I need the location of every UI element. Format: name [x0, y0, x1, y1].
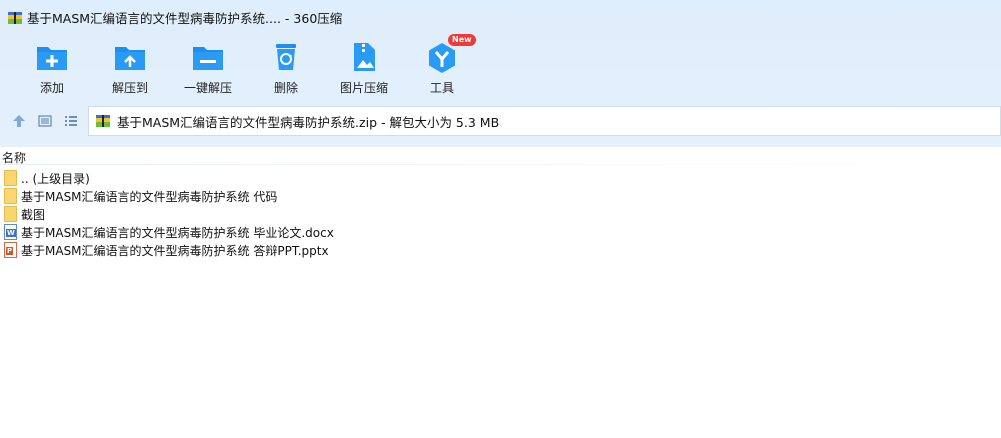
one-click-extract-icon: [191, 40, 225, 74]
add-icon: [35, 40, 69, 74]
file-name: .. (上级目录): [21, 171, 90, 186]
add-button[interactable]: 添加: [13, 36, 91, 98]
file-name: 截图: [21, 207, 46, 222]
list-view-icon[interactable]: [63, 113, 79, 129]
one-click-extract-label: 一键解压: [183, 81, 232, 95]
word-document-icon: [4, 224, 17, 240]
folder-icon: [4, 206, 17, 222]
image-compress-icon: [347, 40, 381, 74]
file-name: 基于MASM汇编语言的文件型病毒防护系统 答辩PPT.pptx: [21, 243, 329, 258]
tools-label: 工具: [429, 81, 454, 95]
list-item[interactable]: 基于MASM汇编语言的文件型病毒防护系统 答辩PPT.pptx: [0, 241, 1001, 259]
image-compress-label: 图片压缩: [339, 81, 388, 95]
extract-to-label: 解压到: [111, 81, 148, 95]
up-arrow-icon[interactable]: [11, 113, 27, 129]
extract-to-button[interactable]: 解压到: [91, 36, 169, 98]
tools-button[interactable]: New 工具: [403, 34, 481, 98]
list-header: 名称: [0, 148, 1001, 165]
header-divider: [0, 164, 1001, 165]
zip-archive-icon: [95, 113, 111, 129]
list-item[interactable]: 截图: [0, 205, 1001, 223]
delete-label: 删除: [273, 81, 298, 95]
extract-to-icon: [113, 40, 147, 74]
window-title: 基于MASM汇编语言的文件型病毒防护系统.... - 360压缩: [27, 10, 343, 26]
zip-archive-icon: [8, 10, 22, 24]
file-list: .. (上级目录) 基于MASM汇编语言的文件型病毒防护系统 代码 截图 基于M…: [0, 169, 1001, 259]
list-item[interactable]: 基于MASM汇编语言的文件型病毒防护系统 毕业论文.docx: [0, 223, 1001, 241]
file-name: 基于MASM汇编语言的文件型病毒防护系统 毕业论文.docx: [21, 225, 334, 240]
tools-icon: New: [425, 34, 476, 74]
delete-icon: [269, 40, 303, 74]
new-badge: New: [448, 34, 476, 46]
list-item-parent-dir[interactable]: .. (上级目录): [0, 169, 1001, 187]
title-bar: 基于MASM汇编语言的文件型病毒防护系统.... - 360压缩: [0, 0, 1001, 34]
window-chrome: 基于MASM汇编语言的文件型病毒防护系统.... - 360压缩 添加 解压到 …: [0, 0, 1001, 147]
toolbar: 添加 解压到 一键解压 删除 图片压缩 New 工具: [0, 34, 481, 98]
folder-icon: [4, 188, 17, 204]
add-label: 添加: [39, 81, 64, 95]
navigation-bar: 基于MASM汇编语言的文件型病毒防护系统.zip - 解包大小为 5.3 MB: [0, 106, 1001, 136]
delete-button[interactable]: 删除: [247, 36, 325, 98]
thumbnail-view-icon[interactable]: [37, 113, 53, 129]
file-name: 基于MASM汇编语言的文件型病毒防护系统 代码: [21, 189, 278, 204]
one-click-extract-button[interactable]: 一键解压: [169, 36, 247, 98]
folder-icon: [4, 170, 17, 186]
image-compress-button[interactable]: 图片压缩: [325, 36, 403, 98]
path-bar[interactable]: 基于MASM汇编语言的文件型病毒防护系统.zip - 解包大小为 5.3 MB: [88, 106, 1001, 136]
list-item[interactable]: 基于MASM汇编语言的文件型病毒防护系统 代码: [0, 187, 1001, 205]
powerpoint-file-icon: [4, 242, 17, 258]
path-text: 基于MASM汇编语言的文件型病毒防护系统.zip - 解包大小为 5.3 MB: [117, 114, 500, 130]
